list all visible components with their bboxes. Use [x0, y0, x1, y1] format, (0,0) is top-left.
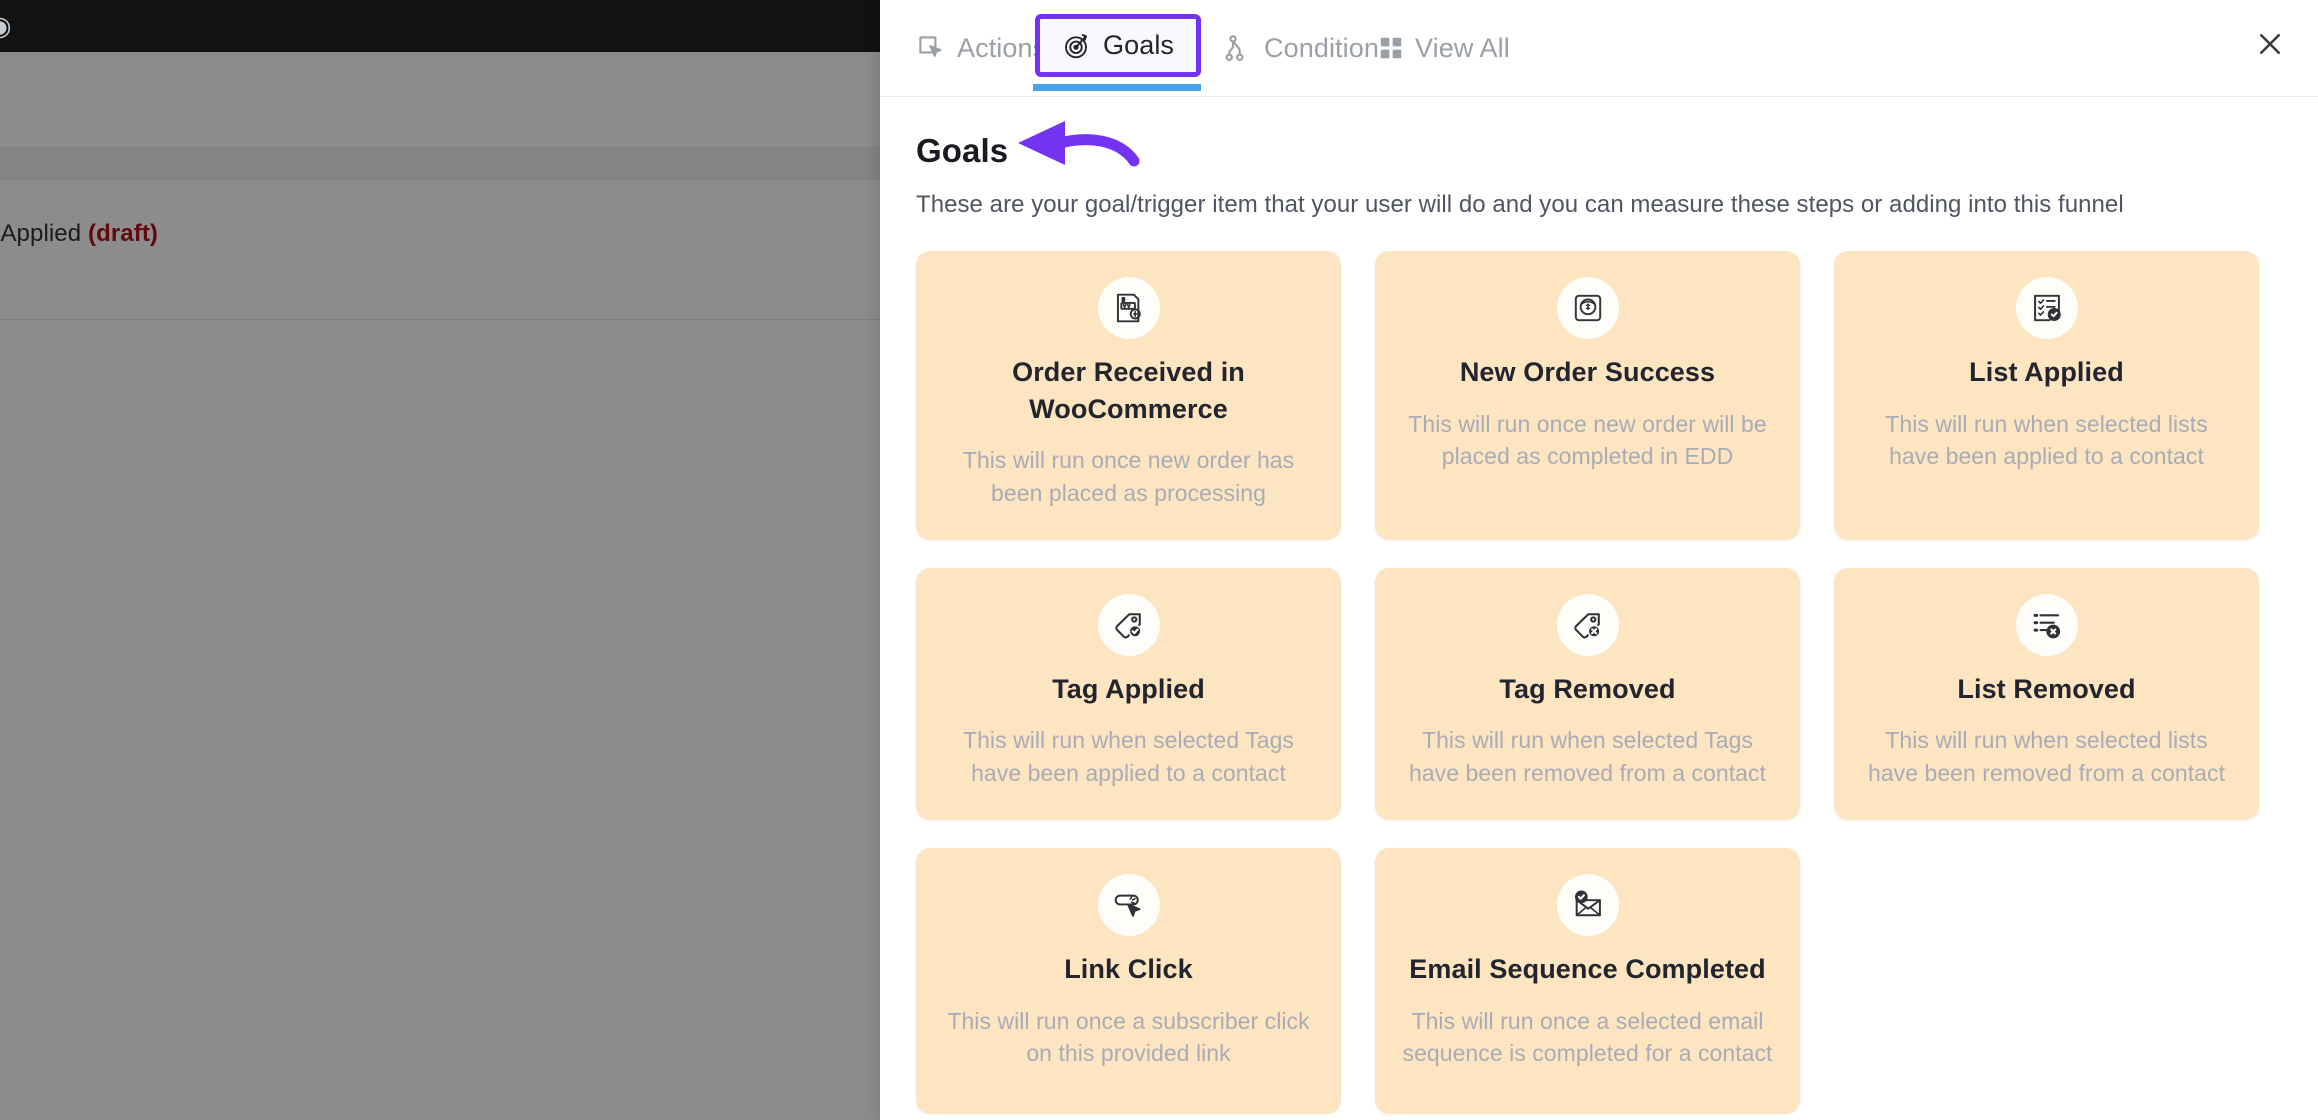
tab-actions-label: Actions — [957, 32, 1047, 63]
tag-remove-icon — [1556, 593, 1619, 656]
goals-heading-row: Goals — [916, 97, 2282, 189]
tab-condition[interactable]: Condition — [1223, 0, 1379, 96]
goal-card-title: List Removed — [1957, 673, 2136, 704]
actions-cursor-icon — [916, 33, 946, 63]
goal-card-tag-removed[interactable]: Tag Removed This will run when selected … — [1375, 567, 1800, 820]
woocommerce-order-icon — [1097, 277, 1160, 339]
goal-card-title: Link Click — [1064, 953, 1193, 984]
panel-body: Goals These are your goal/trigger item t… — [880, 97, 2318, 1114]
link-click-icon — [1097, 873, 1160, 936]
goal-card-new-order-success[interactable]: New Order Success This will run once new… — [1375, 251, 1800, 540]
tab-condition-label: Condition — [1264, 32, 1379, 63]
panel-tabbar: Actions Goals Condition View All — [880, 0, 2318, 97]
goal-card-title: Tag Removed — [1499, 673, 1676, 704]
goal-card-description: This will run once new order has been pl… — [962, 447, 1295, 507]
goal-card-title: Tag Applied — [1052, 673, 1205, 704]
target-icon — [1062, 31, 1092, 61]
list-check-icon — [2015, 277, 2078, 339]
modal-dim-overlay[interactable] — [0, 52, 880, 1120]
tag-check-icon — [1097, 593, 1160, 656]
goal-card-tag-applied[interactable]: Tag Applied This will run when selected … — [916, 567, 1341, 820]
goal-card-title: Email Sequence Completed — [1409, 953, 1766, 984]
grid-icon — [1378, 35, 1404, 61]
goal-card-order-received-woocommerce[interactable]: Order Received in WooCommerce This will … — [916, 251, 1341, 540]
wp-admin-bar: ◉ — [0, 0, 880, 52]
tab-goals[interactable]: Goals — [1035, 14, 1202, 77]
tab-goals-label: Goals — [1103, 30, 1175, 60]
goals-slideover-panel: Actions Goals Condition View All Goals T… — [880, 0, 2318, 1120]
goal-card-email-sequence-completed[interactable]: Email Sequence Completed This will run o… — [1375, 847, 1800, 1114]
close-panel-button[interactable] — [2251, 27, 2289, 65]
close-icon — [2255, 29, 2285, 64]
goal-card-description: This will run when selected lists have b… — [1867, 727, 2226, 787]
goal-card-description: This will run when selected lists have b… — [1885, 410, 2208, 470]
tab-view-all[interactable]: View All — [1378, 0, 1510, 96]
goal-card-description: This will run when selected Tags have be… — [1408, 727, 1767, 787]
goal-card-description: This will run when selected Tags have be… — [962, 727, 1294, 787]
tab-view-all-label: View All — [1415, 32, 1510, 63]
goal-card-title: List Applied — [1969, 357, 2124, 387]
tab-goals-active-underline — [1033, 84, 1201, 91]
goal-card-title: New Order Success — [1459, 357, 1716, 387]
goal-card-list-applied[interactable]: List Applied This will run when selected… — [1834, 251, 2259, 540]
list-remove-icon — [2015, 593, 2078, 656]
edd-order-icon — [1556, 277, 1619, 339]
goal-card-list-removed[interactable]: List Removed This will run when selected… — [1834, 567, 2259, 820]
goal-card-link-click[interactable]: Link Click This will run once a subscrib… — [916, 847, 1341, 1114]
goal-card-description: This will run once a selected email sequ… — [1402, 1007, 1773, 1067]
background-page: ◉ Tag Applied (draft) — [0, 0, 880, 1120]
page-title: Goals — [916, 132, 1009, 169]
tab-actions[interactable]: Actions — [916, 0, 1046, 96]
goal-card-description: This will run once new order will be pla… — [1408, 410, 1767, 470]
annotation-arrow-icon — [1015, 117, 1145, 179]
admin-bar-logo-icon: ◉ — [0, 10, 12, 42]
goals-description: These are your goal/trigger item that yo… — [916, 191, 2124, 218]
goal-card-description: This will run once a subscriber click on… — [947, 1007, 1310, 1067]
goal-card-title: Order Received in WooCommerce — [1012, 357, 1245, 424]
email-check-icon — [1556, 873, 1619, 936]
branch-icon — [1223, 33, 1253, 63]
goals-grid: Order Received in WooCommerce This will … — [916, 251, 2282, 1114]
